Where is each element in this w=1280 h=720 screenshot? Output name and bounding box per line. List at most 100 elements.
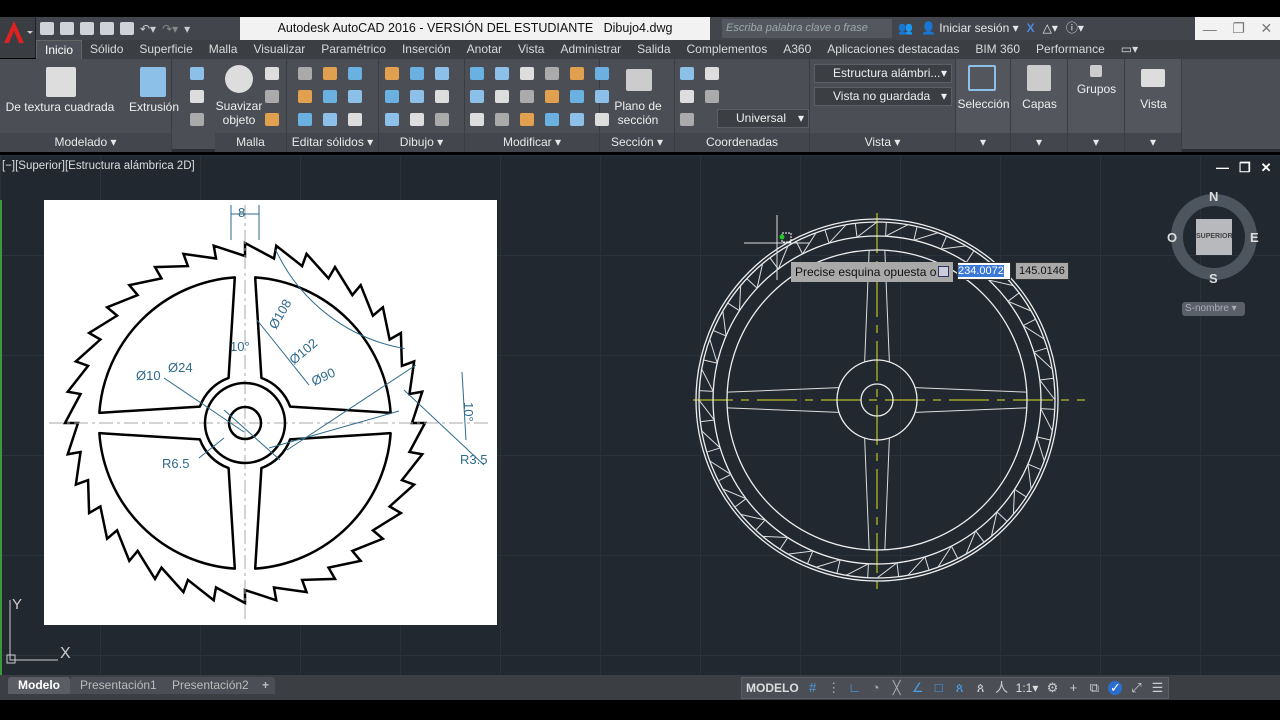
tool-icon[interactable]	[435, 90, 449, 103]
tool-icon[interactable]	[348, 90, 362, 103]
tool-icon[interactable]	[323, 90, 337, 103]
customize-qat-icon[interactable]: ▾	[184, 22, 190, 36]
tab-complementos[interactable]: Complementos	[679, 40, 776, 59]
tool-icon[interactable]	[190, 90, 204, 103]
save-as-icon[interactable]	[100, 22, 114, 35]
binoculars-icon[interactable]: 👥	[898, 19, 913, 38]
hardware-acceleration-icon[interactable]: ✓	[1108, 681, 1123, 695]
tool-icon[interactable]	[545, 67, 559, 80]
smooth-object-button[interactable]: Suavizar objeto	[215, 99, 263, 127]
vista-button[interactable]: Vista ▾	[1125, 59, 1182, 152]
new-file-icon[interactable]	[40, 22, 54, 35]
tool-icon[interactable]	[495, 67, 509, 80]
tab-presentacion1[interactable]: Presentación1	[70, 677, 167, 694]
fullscreen-icon[interactable]: ⤢	[1129, 681, 1143, 695]
tool-icon[interactable]	[348, 113, 362, 126]
tool-icon[interactable]	[520, 67, 534, 80]
plus-icon[interactable]: +	[1066, 681, 1080, 695]
seleccion-button[interactable]: Selección ▾	[956, 59, 1011, 152]
x-coordinate-input[interactable]: 234.0072	[957, 262, 1011, 280]
tab-inicio[interactable]: Inicio	[36, 39, 83, 60]
wcs-dropdown[interactable]: S-nombre ▾	[1182, 302, 1245, 316]
close-icon[interactable]: ✕	[1260, 20, 1272, 37]
open-file-icon[interactable]	[60, 22, 74, 35]
polar-icon[interactable]: ◔	[869, 681, 883, 695]
annotation-scale-icon[interactable]: 人	[995, 681, 1009, 695]
exchange-icon[interactable]: X	[1027, 19, 1035, 38]
tab-insercion[interactable]: Inserción	[394, 40, 459, 59]
tool-icon[interactable]	[410, 113, 424, 126]
compass-south[interactable]: S	[1209, 271, 1218, 286]
tab-vista[interactable]: Vista	[510, 40, 552, 59]
tool-icon[interactable]	[470, 67, 484, 80]
tool-icon[interactable]	[298, 90, 312, 103]
tab-administrar[interactable]: Administrar	[552, 40, 629, 59]
tool-icon[interactable]	[595, 113, 609, 126]
panel-label[interactable]: Editar sólidos ▾	[287, 133, 378, 152]
restore-icon[interactable]: ❐	[1232, 20, 1245, 37]
isodraft-icon[interactable]: ╳	[890, 681, 904, 695]
grid-icon[interactable]: #	[806, 681, 820, 695]
compass-north[interactable]: N	[1209, 189, 1218, 204]
tool-icon[interactable]	[385, 67, 399, 80]
print-icon[interactable]	[120, 22, 134, 35]
panel-label[interactable]: Coordenadas	[675, 133, 809, 152]
tool-icon[interactable]	[190, 67, 204, 80]
scale-dropdown[interactable]: 1:1▾	[1016, 681, 1039, 695]
tab-aplicaciones[interactable]: Aplicaciones destacadas	[819, 40, 967, 59]
help-icon[interactable]: ⓘ▾	[1066, 19, 1084, 38]
panel-label[interactable]: Modificar ▾	[465, 133, 599, 152]
tool-icon[interactable]	[265, 90, 279, 103]
tool-icon[interactable]	[680, 90, 694, 103]
redo-icon[interactable]: ↷▾	[162, 22, 178, 36]
tool-icon[interactable]	[570, 67, 584, 80]
expand-icon[interactable]: ▾	[956, 133, 1010, 152]
box-button[interactable]: De textura cuadrada	[4, 100, 116, 114]
tool-icon[interactable]	[470, 113, 484, 126]
tool-icon[interactable]	[298, 67, 312, 80]
panel-label[interactable]: Modelado ▾	[0, 133, 171, 152]
tool-icon[interactable]	[265, 113, 279, 126]
tab-solido[interactable]: Sólido	[82, 40, 131, 59]
tool-icon[interactable]	[570, 90, 584, 103]
options-icon[interactable]	[938, 266, 949, 277]
model-space-button[interactable]: MODELO	[746, 681, 799, 695]
save-icon[interactable]	[80, 22, 94, 35]
tab-a360[interactable]: A360	[775, 40, 819, 59]
ribbon-toggle-icon[interactable]: ▭▾	[1113, 40, 1146, 59]
section-plane-button[interactable]: Plano de sección	[600, 99, 676, 127]
expand-icon[interactable]: ▾	[1011, 133, 1067, 152]
tool-icon[interactable]	[410, 90, 424, 103]
compass-west[interactable]: O	[1167, 230, 1177, 245]
tool-icon[interactable]	[520, 113, 534, 126]
tab-anotar[interactable]: Anotar	[459, 40, 510, 59]
snap-icon[interactable]: ⋮	[827, 681, 841, 695]
tool-icon[interactable]	[265, 67, 279, 80]
tab-superficie[interactable]: Superficie	[131, 40, 200, 59]
tool-icon[interactable]	[435, 67, 449, 80]
tool-icon[interactable]	[595, 67, 609, 80]
visual-style-dropdown[interactable]: Estructura alámbri... ▾	[814, 64, 952, 83]
tab-modelo[interactable]: Modelo	[8, 677, 70, 694]
ortho-icon[interactable]: ∟	[848, 681, 862, 695]
menu-icon[interactable]: ☰	[1150, 681, 1164, 695]
a360-icon[interactable]: △▾	[1043, 19, 1058, 38]
tool-icon[interactable]	[323, 67, 337, 80]
tool-icon[interactable]	[570, 113, 584, 126]
tool-icon[interactable]	[545, 113, 559, 126]
application-menu-button[interactable]	[0, 17, 36, 58]
search-input[interactable]: Escriba palabra clave o frase	[722, 19, 892, 38]
tool-icon[interactable]	[495, 90, 509, 103]
grupos-button[interactable]: Grupos ▾	[1068, 59, 1125, 152]
ucs-dropdown[interactable]: Universal ▾	[717, 109, 809, 128]
tab-bim360[interactable]: BIM 360	[967, 40, 1028, 59]
minimize-icon[interactable]: —	[1203, 21, 1217, 37]
object-snap-tracking-icon[interactable]: ∠	[911, 681, 925, 695]
tab-performance[interactable]: Performance	[1028, 40, 1113, 59]
tab-salida[interactable]: Salida	[629, 40, 678, 59]
tool-icon[interactable]	[410, 67, 424, 80]
expand-icon[interactable]: ▾	[1125, 133, 1181, 152]
panel-label[interactable]: Vista ▾	[810, 133, 955, 152]
tool-icon[interactable]	[680, 113, 694, 126]
panel-label[interactable]: Dibujo ▾	[379, 133, 464, 152]
